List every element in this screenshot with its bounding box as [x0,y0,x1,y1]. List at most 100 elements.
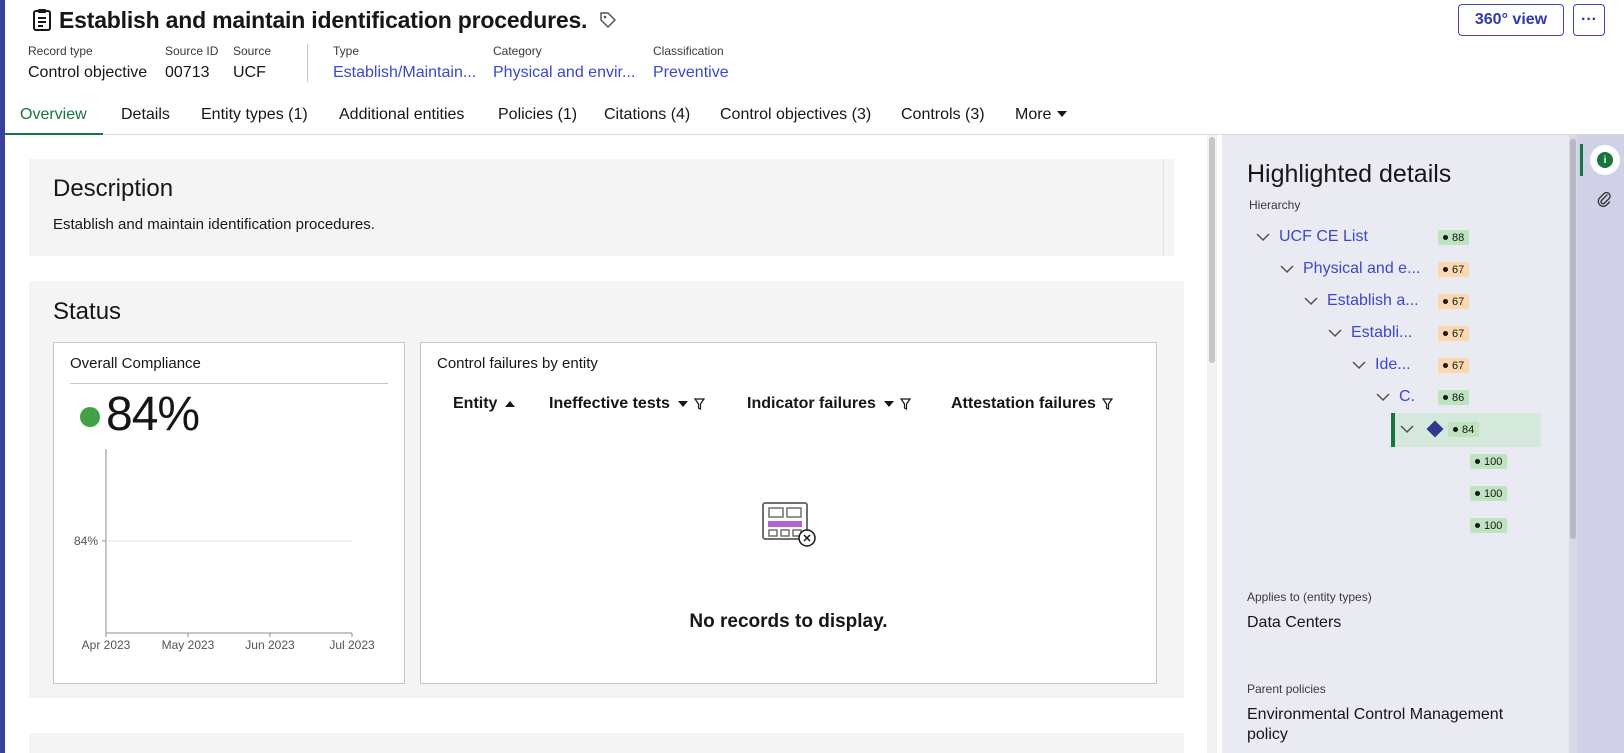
badge-dot [1443,299,1448,304]
main-scrollbar[interactable] [1207,135,1217,753]
filter-icon[interactable] [1101,398,1113,410]
overall-compliance-title: Overall Compliance [70,355,201,372]
tab-entity-types[interactable]: Entity types (1) [201,104,308,135]
status-title: Status [53,298,122,325]
chevron-down-icon [1057,111,1068,117]
column-ineffective-tests-label: Ineffective tests [549,395,670,412]
badge-value: 67 [1452,295,1465,308]
tab-overview[interactable]: Overview [4,104,103,136]
badge-dot [1443,235,1448,240]
chevron-down-icon[interactable] [1256,232,1270,242]
classification-label: Classification [653,44,724,58]
tree-node-ucf-ce-list[interactable]: UCF CE List [1256,225,1368,249]
meta-divider [307,44,308,82]
rail-active-indicator [1580,144,1583,176]
chevron-down-icon[interactable] [1304,296,1318,306]
tab-citations[interactable]: Citations (4) [604,104,690,135]
tab-details[interactable]: Details [121,104,170,135]
tree-node-label[interactable]: Establi... [1351,324,1412,342]
badge-dot [1475,459,1480,464]
category-label: Category [493,44,542,58]
tab-more[interactable]: More [1015,104,1068,135]
view-360-button[interactable]: 360° view [1458,4,1564,36]
compliance-badge: 67 [1438,262,1470,277]
tree-node-current[interactable] [1400,417,1444,441]
tree-node-label[interactable]: Physical and e... [1303,260,1420,278]
column-header-attestation-failures[interactable]: Attestation failures [951,395,1113,413]
parent-policies-value: Environmental Control Management policy [1247,706,1504,743]
column-header-ineffective-tests[interactable]: Ineffective tests [549,395,705,413]
meta-record-type: Record type Control objective [28,44,147,82]
tree-node-establi[interactable]: Establi... [1328,321,1412,345]
source-value: UCF [233,64,266,81]
paperclip-icon[interactable] [1597,190,1611,208]
column-header-indicator-failures[interactable]: Indicator failures [747,395,911,413]
info-icon[interactable]: i [1590,145,1620,175]
classification-link[interactable]: Preventive [653,64,729,82]
tree-node-label[interactable]: Establish a... [1327,292,1419,310]
meta-source: Source UCF [233,44,271,82]
badge-value: 100 [1484,487,1503,500]
compliance-badge: 84 [1448,422,1480,437]
badge-value: 67 [1452,327,1465,340]
tag-icon[interactable] [599,11,617,29]
meta-classification: Classification Preventive [653,44,729,82]
side-panel-title: Highlighted details [1247,160,1452,188]
chevron-down-icon[interactable] [1400,424,1414,434]
badge-value: 88 [1452,231,1465,244]
current-record-diamond-icon [1426,420,1444,438]
side-panel-scrollbar[interactable] [1569,135,1577,753]
side-panel-scrollbar-thumb[interactable] [1570,139,1576,539]
tree-node-c[interactable]: C. [1376,385,1415,409]
badge-dot [1443,267,1448,272]
record-type-label: Record type [28,44,93,58]
badge-value: 67 [1452,263,1465,276]
tab-policies[interactable]: Policies (1) [498,104,577,135]
compliance-badge: 86 [1438,390,1470,405]
applies-to-value: Data Centers [1247,614,1342,631]
sort-descending-icon[interactable] [677,401,688,407]
tree-node-establish-a[interactable]: Establish a... [1304,289,1419,313]
chevron-down-icon[interactable] [1328,328,1342,338]
sort-descending-icon[interactable] [883,401,894,407]
tree-node-label[interactable]: C. [1399,388,1415,406]
filter-icon[interactable] [693,398,705,410]
compliance-trend-chart: 84% Apr 2023 May 2023 Jun 2023 Jul 2023 [74,449,375,652]
column-header-entity[interactable]: Entity [453,395,516,413]
description-card: Description Establish and maintain ident… [29,159,1174,256]
overflow-menu-button[interactable]: ··· [1573,4,1605,36]
compliance-badge: 67 [1438,358,1470,373]
tree-node-label[interactable]: UCF CE List [1279,228,1368,246]
filter-icon[interactable] [899,398,911,410]
tree-node-ide[interactable]: Ide... [1352,353,1411,377]
compliance-value: 84% [106,388,200,441]
badge-value: 100 [1484,519,1503,532]
badge-dot [1443,395,1448,400]
main-scrollbar-thumb[interactable] [1209,137,1215,363]
source-id-label: Source ID [165,44,219,58]
chevron-down-icon[interactable] [1280,264,1294,274]
compliance-badge: 88 [1438,230,1470,245]
compliance-status-dot [80,407,100,427]
chart-y-tick-label: 84% [74,534,98,548]
tree-node-physical[interactable]: Physical and e... [1280,257,1420,281]
badge-dot [1453,427,1458,432]
badge-dot [1475,523,1480,528]
record-type-value: Control objective [28,64,148,81]
overall-compliance-panel: Overall Compliance 84% 84% Apr 2023 May 20… [53,342,405,684]
overview-content: Description Establish and maintain ident… [5,135,1209,753]
chevron-down-icon[interactable] [1376,392,1390,402]
badge-value: 67 [1452,359,1465,372]
category-link[interactable]: Physical and envir... [493,64,635,82]
tab-control-objectives[interactable]: Control objectives (3) [720,104,871,135]
tree-node-label[interactable]: Ide... [1375,356,1411,374]
chevron-down-icon[interactable] [1352,360,1366,370]
description-text: Establish and maintain identification pr… [53,216,375,233]
title-row: Establish and maintain identification pr… [31,6,617,34]
sort-ascending-icon[interactable] [505,401,516,407]
compliance-badge: 67 [1438,294,1470,309]
tab-controls[interactable]: Controls (3) [901,104,985,135]
tab-additional-entities[interactable]: Additional entities [339,104,464,135]
page-title: Establish and maintain identification pr… [59,6,588,33]
type-link[interactable]: Establish/Maintain... [333,64,476,82]
